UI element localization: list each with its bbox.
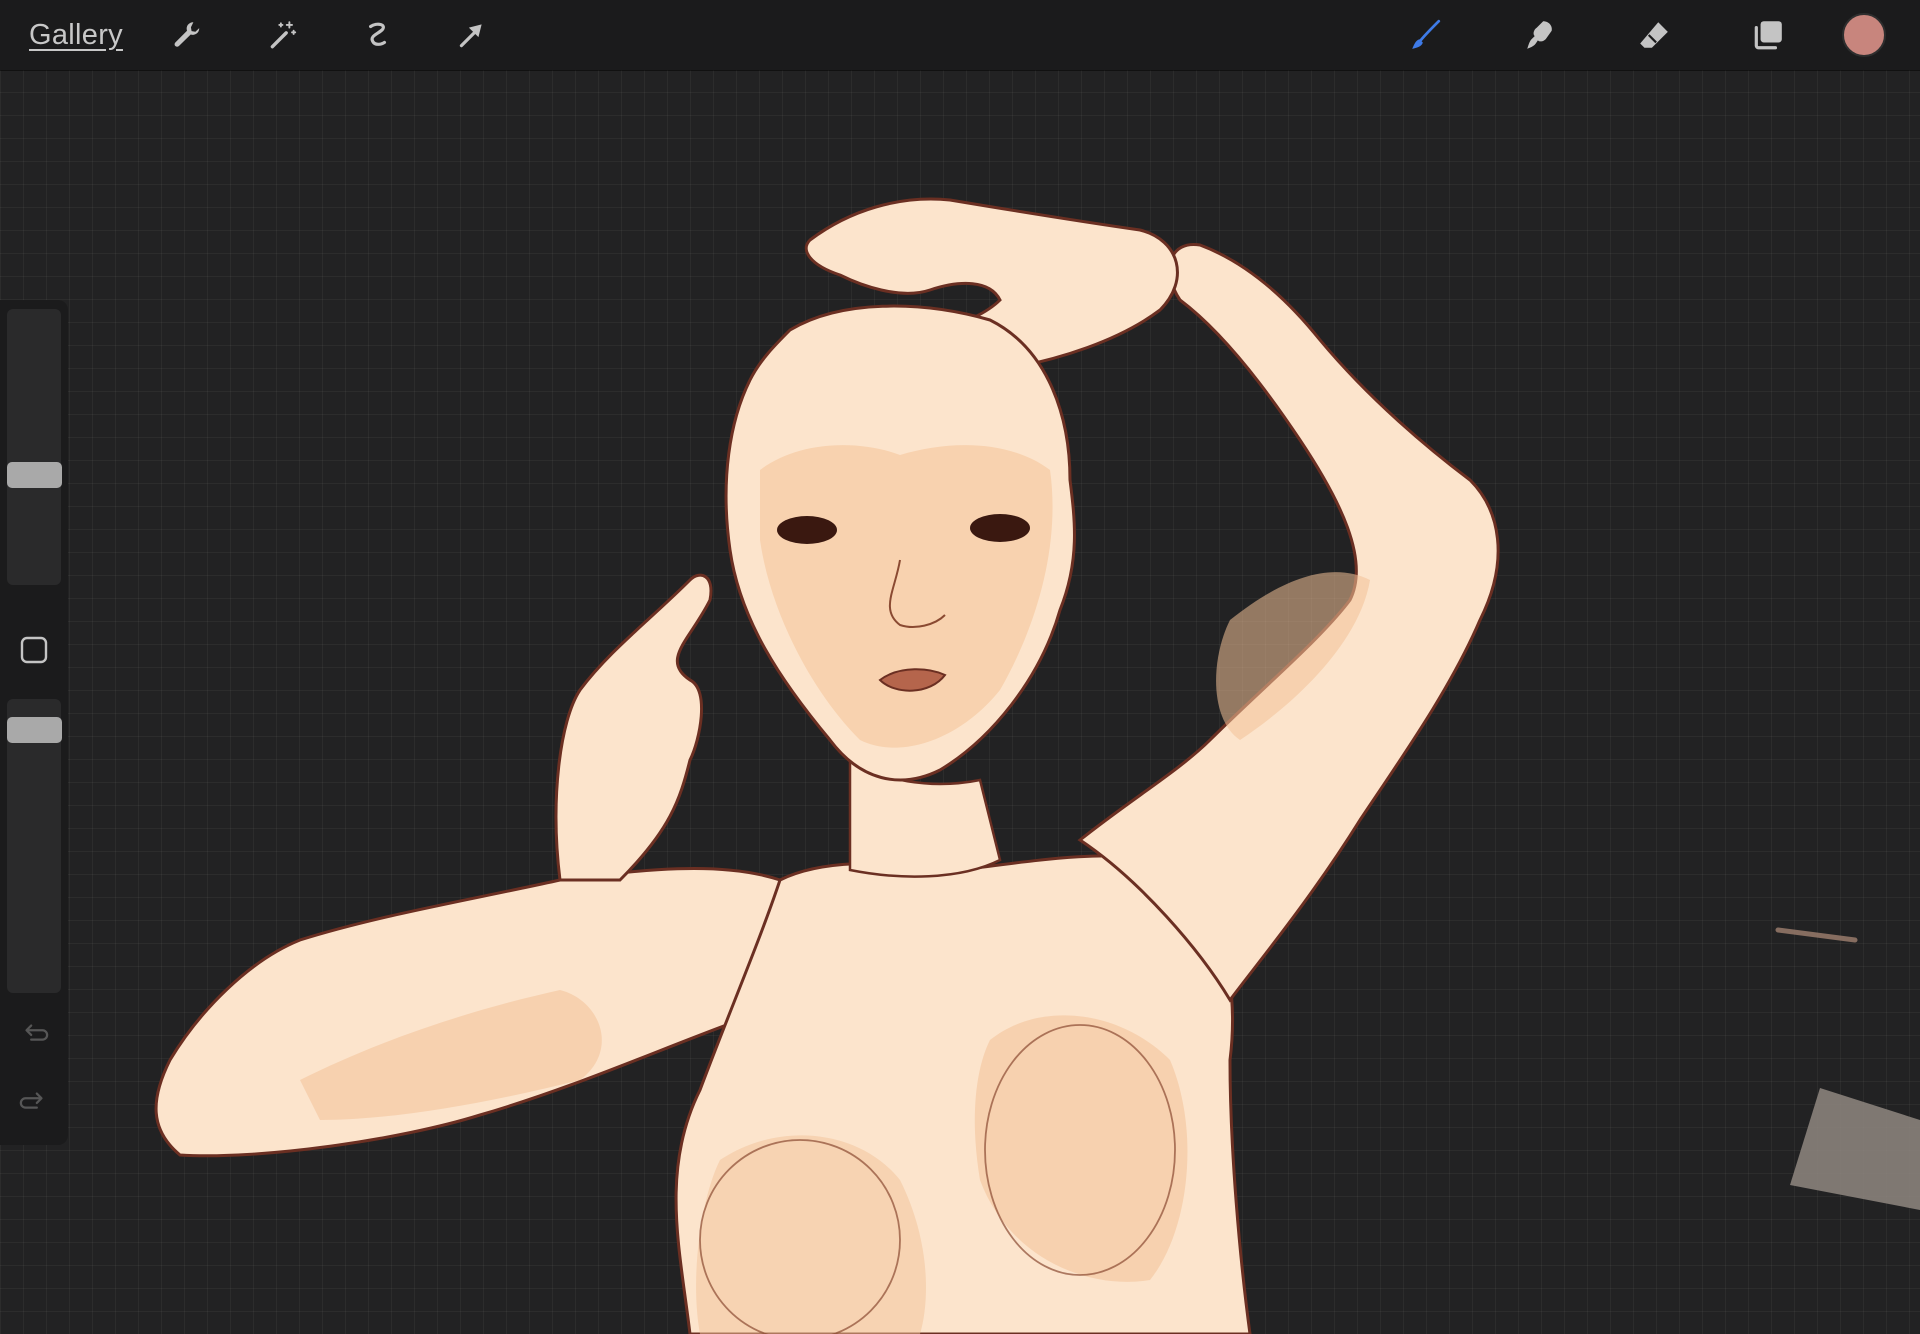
eraser-icon: [1640, 22, 1668, 48]
gallery-button[interactable]: Gallery: [29, 17, 123, 53]
right-eye: [970, 514, 1030, 542]
undo-arrow-icon: [25, 1024, 49, 1041]
opacity-thumb[interactable]: [7, 717, 62, 743]
canvas-artwork[interactable]: [0, 0, 1920, 1334]
redo-arrow-icon: [19, 1092, 43, 1109]
adjustments-button[interactable]: [263, 15, 303, 55]
transform-button[interactable]: [451, 15, 491, 55]
paint-stroke-mark: [1775, 927, 1858, 943]
left-hand: [554, 573, 713, 882]
paint-texture-mark: [1790, 1088, 1920, 1210]
wrench-icon: [174, 22, 200, 47]
left-sidebar: [0, 300, 68, 1145]
procreate-app: Gallery: [0, 0, 1920, 1334]
color-picker-button[interactable]: [1842, 13, 1886, 57]
brush-tool-button[interactable]: [1406, 15, 1446, 55]
redo-button[interactable]: [18, 1086, 50, 1118]
actions-button[interactable]: [167, 15, 207, 55]
layers-button[interactable]: [1748, 15, 1788, 55]
opacity-slider[interactable]: [7, 699, 62, 993]
selection-s-icon: [369, 22, 387, 46]
top-toolbar: Gallery: [0, 0, 1920, 70]
undo-button[interactable]: [18, 1018, 50, 1050]
brush-icon: [1412, 19, 1441, 49]
smudge-finger-icon: [1527, 21, 1552, 49]
square-icon: [20, 636, 48, 664]
brush-size-slider[interactable]: [7, 309, 62, 585]
modify-button[interactable]: [18, 634, 50, 666]
smudge-tool-button[interactable]: [1520, 15, 1560, 55]
arrow-cursor-icon: [459, 24, 482, 48]
selection-button[interactable]: [357, 15, 397, 55]
magic-wand-icon: [270, 21, 297, 49]
eraser-tool-button[interactable]: [1634, 15, 1674, 55]
left-eye: [777, 516, 837, 544]
figure-drawing: [154, 197, 1500, 1334]
brush-size-thumb[interactable]: [7, 462, 62, 488]
layers-icon: [1754, 21, 1782, 50]
